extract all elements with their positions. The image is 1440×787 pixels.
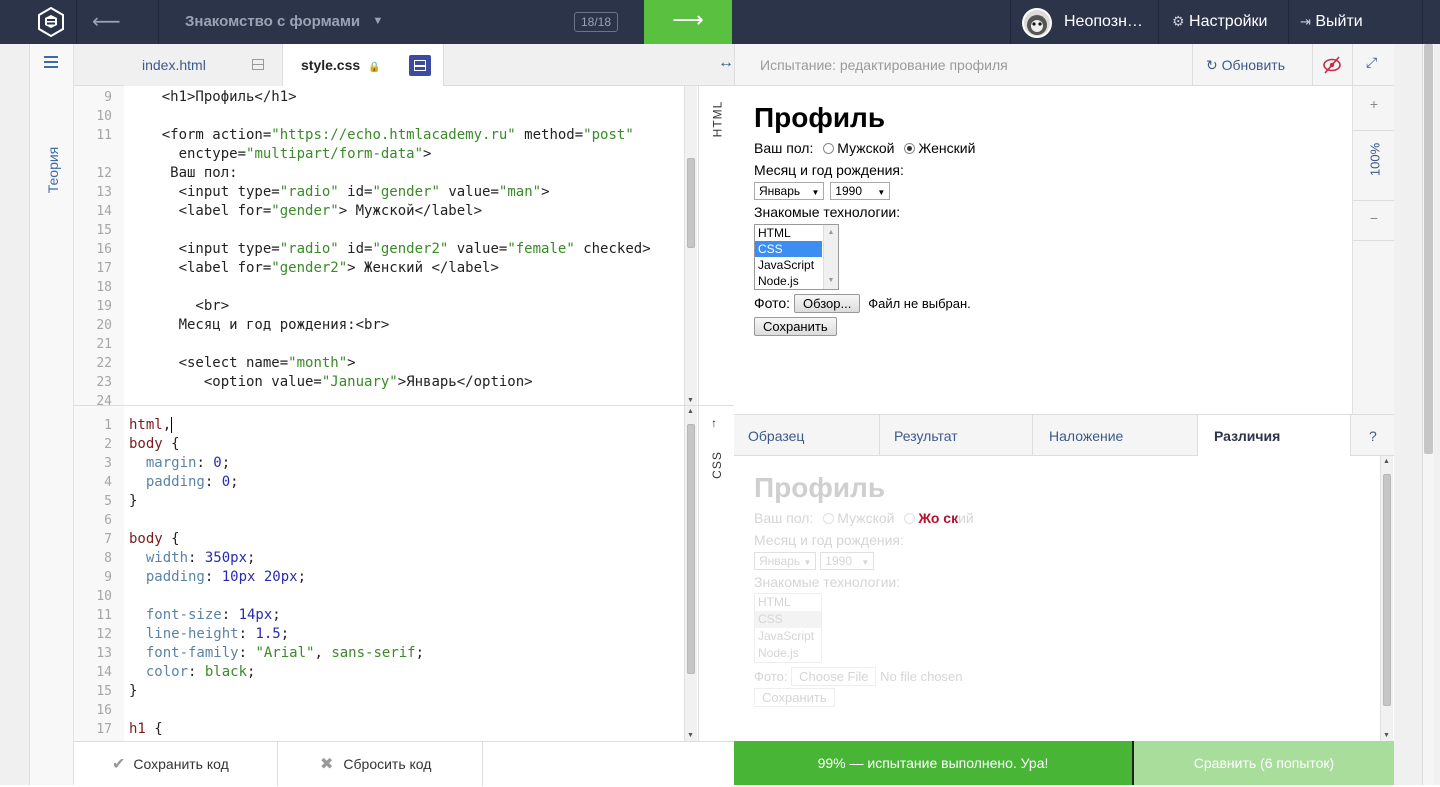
html-side-tab[interactable]: HTML — [698, 86, 734, 406]
lock-icon: 🔒 — [368, 62, 381, 73]
split-icon[interactable] — [252, 59, 264, 70]
user-name[interactable]: Неопозн… — [1064, 13, 1143, 31]
course-title[interactable]: Знакомство с формами ▼ — [185, 13, 383, 30]
theory-panel-toggle[interactable]: Теория — [30, 44, 74, 785]
tech-listbox[interactable]: HTML CSS JavaScript Node.js ▲ ▼ — [754, 224, 839, 290]
course-title-text[interactable]: Знакомство с формами — [185, 13, 360, 30]
html-code[interactable]: <h1>Профиль</h1> <form action="https://e… — [128, 88, 651, 392]
css-scrollbar[interactable]: ▲ ▼ — [684, 406, 697, 741]
diff-heading: Профиль — [754, 472, 886, 503]
scroll-thumb[interactable] — [687, 158, 695, 248]
diff-gender-row: Ваш пол: Мужской Жо ский — [754, 510, 974, 526]
resize-horizontal-icon[interactable]: ↔ — [718, 54, 734, 72]
result-preview[interactable]: Профиль Ваш пол: Мужской Женский Месяц и… — [734, 86, 1352, 414]
save-code-button[interactable]: ✔ Сохранить код — [74, 742, 278, 786]
scroll-thumb[interactable] — [687, 424, 695, 674]
tab-label: style.css — [301, 57, 361, 73]
browse-button[interactable]: Обзор... — [793, 294, 861, 313]
next-button[interactable]: ⟶ — [644, 0, 732, 44]
listbox-scrollbar[interactable]: ▲ ▼ — [823, 225, 838, 289]
tech-option[interactable]: Node.js — [755, 273, 822, 289]
top-bar: ⟵ Знакомство с формами ▼ 18/18 ⟶ Неопозн… — [0, 0, 1440, 44]
check-icon: ✔ — [112, 756, 126, 773]
step-counter: 18/18 — [574, 12, 618, 32]
left-gutter — [0, 44, 30, 785]
refresh-icon: ↻ — [1206, 57, 1218, 73]
preview-toolbar: ↔ Испытание: редактирование профиля ↻ Об… — [718, 44, 1422, 86]
html-gutter: 9 10 11 12 13 14 15 16 17 18 19 20 21 22 23 24 — [74, 86, 124, 409]
html-scrollbar[interactable]: ▼ — [684, 86, 697, 406]
css-code[interactable]: html, body { margin: 0; padding: 0; } bo… — [129, 416, 424, 739]
editor-tabs: index.html style.css 🔒 — [74, 44, 734, 87]
photo-row: Фото: Обзор... Файл не выбран. — [754, 294, 971, 313]
close-icon: ✖ — [320, 756, 334, 773]
avatar[interactable] — [1022, 8, 1052, 38]
month-select[interactable]: Январь ▼ — [754, 182, 825, 200]
tech-option[interactable]: JavaScript — [755, 257, 822, 273]
zoom-out-button[interactable]: − — [1353, 210, 1395, 226]
scroll-down-icon[interactable]: ▼ — [687, 732, 694, 739]
hide-eye-icon[interactable] — [1320, 54, 1344, 76]
scroll-down-icon[interactable]: ▼ — [687, 397, 694, 404]
refresh-label: Обновить — [1221, 57, 1286, 73]
tab-label: index.html — [142, 57, 206, 73]
save-button[interactable]: Сохранить — [754, 317, 837, 336]
zoom-in-button[interactable]: + — [1353, 96, 1395, 112]
birth-label: Месяц и год рождения: — [754, 162, 904, 178]
logout-label: Выйти — [1315, 13, 1363, 30]
gear-icon: ⚙ — [1172, 13, 1185, 29]
tab-result[interactable]: Результат — [880, 415, 1033, 457]
tab-overlay[interactable]: Наложение — [1033, 415, 1198, 457]
compare-button[interactable]: Сравнить (6 попыток) — [1134, 741, 1394, 785]
year-select[interactable]: 1990 ▼ — [830, 182, 891, 200]
preview-title: Испытание: редактирование профиля — [760, 57, 1008, 73]
compare-tabs: Образец Результат Наложение Различия ? — [734, 414, 1394, 457]
zoom-controls: + 100% − — [1352, 86, 1395, 414]
logo-icon[interactable] — [38, 7, 64, 37]
back-button[interactable]: ⟵ — [92, 9, 121, 33]
page-scrollbar[interactable] — [1422, 44, 1434, 785]
logout-button[interactable]: ⇥ Выйти — [1300, 13, 1363, 31]
tab-index-html[interactable]: index.html — [124, 44, 282, 86]
settings-button[interactable]: ⚙ Настройки — [1172, 13, 1267, 31]
tech-label: Знакомые технологии: — [754, 204, 901, 220]
reset-code-button[interactable]: ✖ Сбросить код — [278, 742, 483, 786]
css-code-area[interactable]: html, body { margin: 0; padding: 0; } bo… — [124, 406, 684, 741]
tab-style-css[interactable]: style.css 🔒 — [282, 44, 444, 87]
no-file-text: Файл не выбран. — [868, 296, 971, 311]
help-button[interactable]: ? — [1351, 415, 1394, 457]
hamburger-icon[interactable] — [44, 56, 58, 68]
theory-label[interactable]: Теория — [45, 135, 61, 205]
status-badge: 99% — испытание выполнено. Ура! — [734, 741, 1132, 785]
zoom-level: 100% — [1367, 142, 1383, 177]
preview-heading: Профиль — [754, 102, 886, 133]
css-gutter: 1 2 3 4 5 6 7 8 9 10 11 12 13 14 15 16 17 — [74, 406, 124, 741]
difference-view: Профиль Ваш пол: Мужской Жо ский Месяц и… — [734, 456, 1380, 741]
logout-icon: ⇥ — [1300, 14, 1311, 29]
split-icon[interactable] — [409, 55, 431, 76]
gender-female-radio[interactable] — [904, 143, 916, 154]
settings-label: Настройки — [1189, 13, 1268, 30]
diff-scrollbar[interactable]: ▲ ▼ — [1380, 456, 1393, 741]
refresh-button[interactable]: ↻ Обновить — [1206, 57, 1285, 74]
window-edge — [1394, 44, 1440, 785]
chevron-down-icon[interactable]: ▼ — [372, 15, 383, 27]
css-side-tab[interactable]: ↑ CSS — [698, 406, 734, 741]
editor-actions: ✔ Сохранить код ✖ Сбросить код — [74, 741, 734, 786]
html-side-label[interactable]: HTML — [710, 101, 724, 138]
gender-male-radio[interactable] — [823, 143, 835, 154]
birth-selects: Январь ▼ 1990 ▼ — [754, 182, 891, 200]
tech-option[interactable]: HTML — [755, 225, 822, 241]
arrow-up-icon[interactable]: ↑ — [711, 416, 717, 430]
css-side-label[interactable]: CSS — [710, 451, 724, 479]
tab-differences[interactable]: Различия — [1198, 415, 1351, 457]
html-code-area[interactable]: <h1>Профиль</h1> <form action="https://e… — [124, 86, 684, 406]
tab-sample[interactable]: Образец — [734, 415, 880, 457]
scroll-up-icon[interactable]: ▲ — [687, 408, 694, 415]
gender-row: Ваш пол: Мужской Женский — [754, 140, 976, 156]
diff-highlight: Жо ск — [918, 510, 959, 526]
tech-option-selected[interactable]: CSS — [755, 241, 822, 257]
expand-icon[interactable]: ⤢ — [1366, 54, 1377, 71]
